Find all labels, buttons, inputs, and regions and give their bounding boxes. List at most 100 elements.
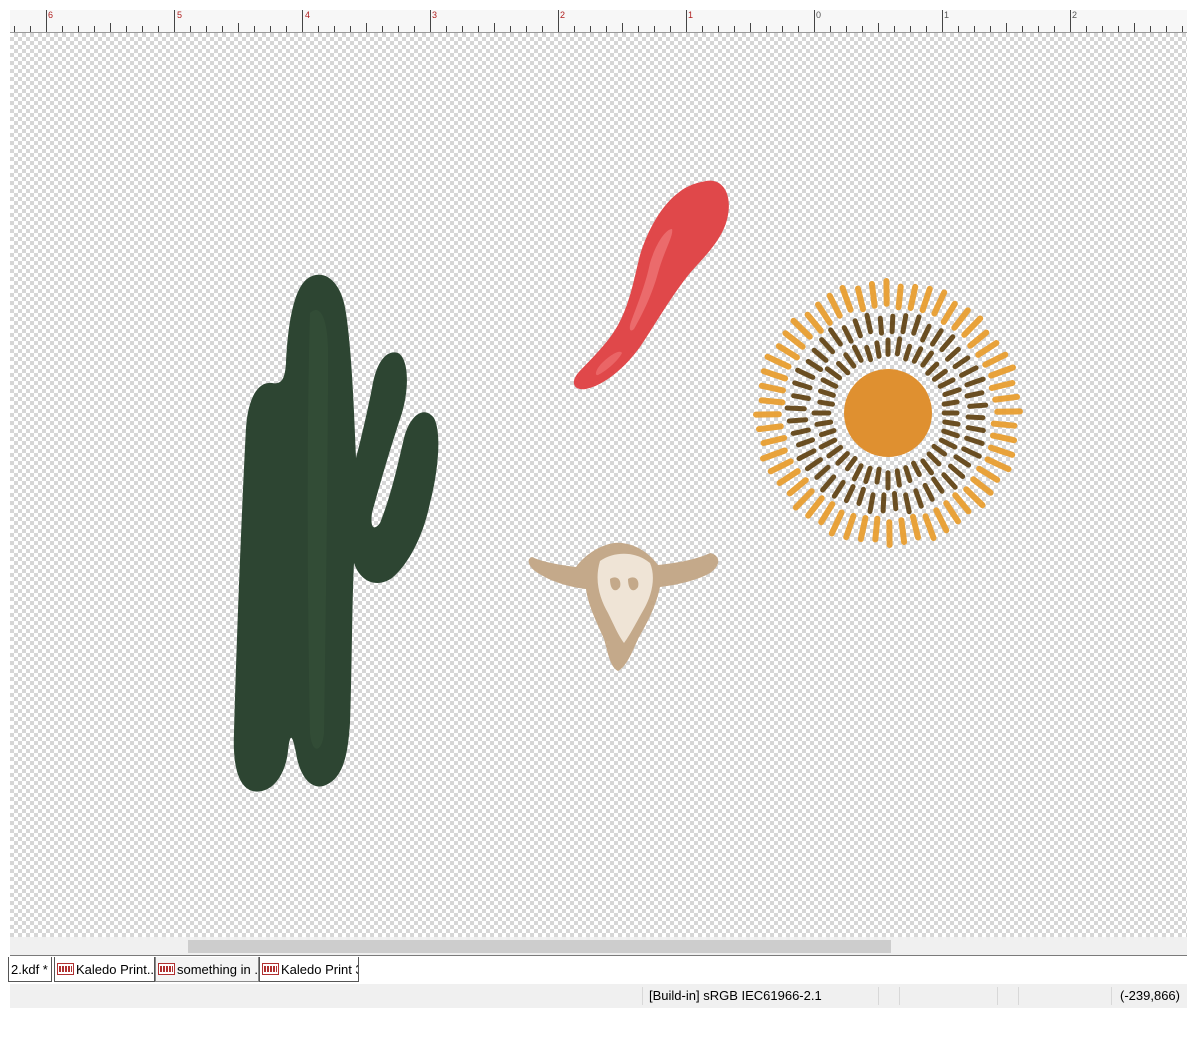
sun-ray: [844, 456, 858, 472]
sun-ray: [811, 347, 829, 363]
sun-ray: [758, 382, 786, 394]
horizontal-ruler[interactable]: 6 5 4 3 2 1 0 1 2: [10, 10, 1187, 33]
status-empty-cell: [878, 987, 899, 1005]
sun-ray: [948, 463, 966, 479]
sun-ray: [931, 476, 945, 494]
chili-pepper-artwork[interactable]: [573, 180, 729, 390]
sun-ray: [942, 419, 961, 427]
sun-ray: [976, 465, 1001, 483]
sun-ray: [828, 327, 843, 347]
sun-ray: [782, 330, 806, 350]
sun-ray: [937, 377, 956, 389]
horizontal-scrollbar[interactable]: [10, 937, 1187, 955]
sun-ray: [907, 283, 919, 311]
tab-something-in[interactable]: something in ...: [155, 957, 259, 982]
sun-ray: [826, 292, 843, 319]
sun-ray: [818, 428, 837, 438]
sun-ray: [857, 515, 869, 543]
ruler-label-6: 6: [48, 10, 54, 20]
ruler-label-4: 4: [305, 10, 311, 20]
sun-ray: [982, 351, 1009, 368]
sun-ray: [805, 358, 824, 372]
sun-ray: [939, 334, 956, 353]
cow-skull-artwork[interactable]: [528, 542, 719, 671]
scrollbar-thumb[interactable]: [188, 940, 891, 953]
sun-ray: [820, 377, 839, 389]
sun-ray: [760, 435, 788, 446]
sun-ray: [988, 364, 1016, 379]
tab-2-kdf[interactable]: 2.kdf *: [8, 957, 52, 982]
sun-ray: [872, 515, 881, 543]
ruler-label-pos-1: 1: [944, 10, 950, 20]
sun-ray: [760, 447, 788, 462]
sun-ray: [764, 353, 792, 370]
sun-ray: [922, 482, 935, 502]
sun-ray: [877, 315, 884, 336]
sun-ray: [925, 361, 940, 376]
sun-ray: [880, 492, 887, 514]
sun-ray: [874, 340, 882, 359]
tab-kaledo-print-3[interactable]: Kaledo Print 3: [259, 957, 359, 982]
sun-ray: [894, 336, 903, 357]
sun-ray: [964, 435, 985, 446]
sun-ray: [953, 454, 972, 468]
status-empty-cell: [899, 987, 997, 1005]
sun-ray: [900, 313, 909, 335]
sun-ray: [920, 323, 932, 343]
tab-label: Kaledo Print...: [76, 961, 155, 977]
sun-ray: [943, 500, 961, 525]
sun-ray: [851, 463, 864, 482]
ruler-label-5: 5: [177, 10, 183, 20]
sun-ray: [911, 460, 922, 477]
sun-ray: [951, 307, 971, 331]
sun-artwork[interactable]: [753, 278, 1023, 548]
sun-ray: [920, 350, 934, 368]
sun-ray: [911, 314, 922, 336]
sun-ray: [796, 437, 815, 448]
sun-ray: [892, 491, 899, 512]
sun-ray: [964, 376, 986, 388]
sun-ray: [864, 344, 874, 363]
sun-ray: [804, 311, 824, 334]
sun-ray: [818, 437, 838, 450]
sun-ray: [911, 346, 924, 364]
kdf-file-icon: [57, 963, 74, 975]
sun-ray: [894, 468, 902, 488]
sun-ray: [930, 328, 944, 347]
sun-ray: [790, 317, 813, 340]
cactus-artwork[interactable]: [233, 274, 439, 792]
sun-ray: [817, 399, 835, 407]
sun-ray: [945, 346, 961, 362]
sun-ray: [791, 393, 811, 401]
sun-ray: [919, 285, 933, 314]
sun-ray: [987, 444, 1016, 458]
tab-label: 2.kdf *: [11, 961, 48, 977]
sun-ray: [776, 468, 801, 486]
sun-ray: [941, 428, 960, 439]
sun-ray: [818, 501, 836, 526]
sun-ray: [796, 448, 817, 462]
sun-ray: [959, 365, 979, 378]
sun-ray: [839, 285, 854, 313]
sun-ray: [874, 466, 882, 485]
sun-ray: [988, 380, 1016, 391]
sun-ray: [814, 464, 831, 480]
color-profile-status[interactable]: [Build-in] sRGB IEC61966-2.1: [642, 987, 878, 1005]
tab-label: something in ...: [177, 961, 259, 977]
drawing-canvas[interactable]: [10, 33, 1187, 937]
sun-ray: [831, 479, 846, 499]
ruler-label-2: 2: [560, 10, 566, 20]
sun-ray: [814, 419, 834, 427]
sun-ray: [889, 313, 896, 335]
sun-ray: [920, 458, 934, 476]
tab-kaledo-print[interactable]: Kaledo Print...: [54, 957, 155, 982]
sun-ray: [970, 476, 994, 496]
sun-ray: [990, 420, 1018, 429]
sun-ray: [790, 427, 811, 436]
sun-ray: [941, 472, 958, 490]
sun-ray: [984, 456, 1012, 473]
sun-ray: [824, 366, 843, 381]
ruler-label-0: 0: [816, 10, 822, 20]
sun-ray: [843, 512, 857, 541]
sun-ray: [851, 344, 864, 363]
